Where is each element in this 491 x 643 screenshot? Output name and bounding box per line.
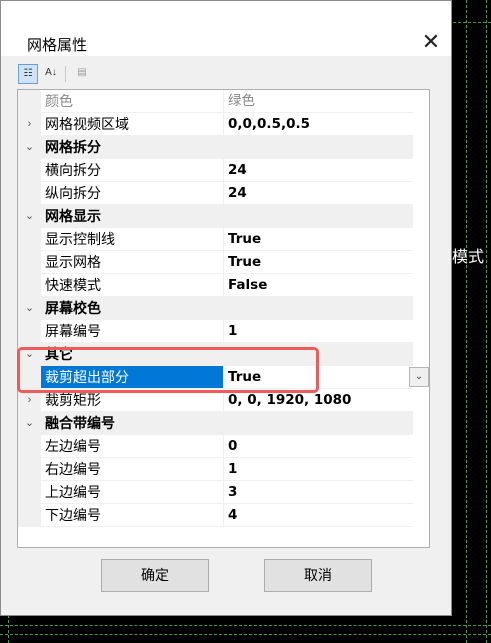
scroll-down-icon[interactable]: ▼ bbox=[429, 531, 430, 547]
property-name: 网格视频区域 bbox=[45, 116, 129, 132]
row-margin bbox=[18, 458, 41, 481]
property-value[interactable]: 0 bbox=[228, 435, 237, 458]
background-label: 模式 bbox=[452, 249, 485, 266]
property-name: 下边编号 bbox=[45, 507, 101, 523]
property-row[interactable]: 显示控制线 True bbox=[18, 228, 413, 251]
property-row[interactable]: 显示网格 True bbox=[18, 251, 413, 274]
column-separator bbox=[223, 251, 224, 274]
column-separator bbox=[223, 228, 224, 251]
category-row[interactable]: ⌄ 网格显示 bbox=[18, 205, 413, 228]
property-name: 显示网格 bbox=[45, 254, 101, 270]
property-name: 颜色 bbox=[45, 93, 73, 109]
collapse-chevron-icon[interactable]: ⌄ bbox=[18, 136, 41, 159]
category-label: 网格拆分 bbox=[45, 139, 101, 155]
property-value[interactable]: 绿色 bbox=[228, 90, 255, 113]
category-label: 屏幕校色 bbox=[45, 300, 101, 316]
property-name: 屏幕编号 bbox=[45, 323, 101, 339]
property-row[interactable]: › 网格视频区域 0,0,0.5,0.5 bbox=[18, 113, 413, 136]
property-value[interactable]: 0,0,0.5,0.5 bbox=[228, 113, 310, 136]
expand-chevron-icon[interactable]: › bbox=[18, 113, 41, 136]
column-separator bbox=[223, 481, 224, 504]
row-margin bbox=[18, 504, 41, 527]
column-separator bbox=[223, 320, 224, 343]
property-row[interactable]: 上边编号 3 bbox=[18, 481, 413, 504]
category-row[interactable]: ⌄ 网格拆分 bbox=[18, 136, 413, 159]
property-value[interactable]: 1 bbox=[228, 458, 237, 481]
scroll-up-icon[interactable]: ▲ bbox=[429, 90, 430, 106]
row-margin bbox=[18, 274, 41, 297]
category-label: 融合带编号 bbox=[45, 415, 115, 431]
row-margin bbox=[18, 320, 41, 343]
row-divider bbox=[41, 526, 413, 527]
alphabetical-sort-icon[interactable]: A↓ bbox=[41, 64, 61, 84]
property-value[interactable]: 3 bbox=[228, 481, 237, 504]
column-separator bbox=[223, 458, 224, 481]
column-separator bbox=[223, 90, 224, 113]
property-name: 显示控制线 bbox=[45, 231, 115, 247]
toolbar-divider bbox=[65, 66, 66, 82]
property-value[interactable]: 1 bbox=[228, 320, 237, 343]
column-separator bbox=[223, 504, 224, 527]
category-label: 网格显示 bbox=[45, 208, 101, 224]
row-margin bbox=[18, 251, 41, 274]
title-bar: 网格属性 ✕ bbox=[1, 1, 451, 56]
categorized-view-icon[interactable]: ☷ bbox=[18, 64, 38, 84]
cancel-button[interactable]: 取消 bbox=[264, 559, 372, 592]
collapse-chevron-icon[interactable]: ⌄ bbox=[18, 412, 41, 435]
property-row[interactable]: 屏幕编号 1 bbox=[18, 320, 413, 343]
property-name: 快速模式 bbox=[45, 277, 101, 293]
ok-button[interactable]: 确定 bbox=[101, 559, 209, 592]
property-row[interactable]: 下边编号 4 bbox=[18, 504, 413, 527]
window-title: 网格属性 bbox=[27, 37, 88, 54]
annotation-highlight-box bbox=[17, 347, 319, 393]
property-name: 左边编号 bbox=[45, 438, 101, 454]
property-row[interactable]: 右边编号 1 bbox=[18, 458, 413, 481]
property-value[interactable]: 24 bbox=[228, 159, 247, 182]
category-row[interactable]: ⌄ 融合带编号 bbox=[18, 412, 413, 435]
column-separator bbox=[223, 182, 224, 205]
property-row[interactable]: 左边编号 0 bbox=[18, 435, 413, 458]
row-margin bbox=[18, 228, 41, 251]
property-toolbar: ☷ A↓ ▤ bbox=[17, 63, 429, 87]
property-value[interactable]: False bbox=[228, 274, 267, 297]
property-value[interactable]: 24 bbox=[228, 182, 247, 205]
property-row[interactable]: 纵向拆分 24 bbox=[18, 182, 413, 205]
collapse-chevron-icon[interactable]: ⌄ bbox=[18, 205, 41, 228]
category-row[interactable]: ⌄ 屏幕校色 bbox=[18, 297, 413, 320]
property-value[interactable]: 4 bbox=[228, 504, 237, 527]
column-separator bbox=[223, 274, 224, 297]
property-name: 横向拆分 bbox=[45, 162, 101, 178]
property-row[interactable]: 横向拆分 24 bbox=[18, 159, 413, 182]
column-separator bbox=[223, 159, 224, 182]
dropdown-arrow-icon[interactable]: ⌄ bbox=[409, 367, 429, 387]
row-margin bbox=[18, 481, 41, 504]
collapse-chevron-icon[interactable]: ⌄ bbox=[18, 297, 41, 320]
row-margin bbox=[18, 435, 41, 458]
property-grid: 颜色 绿色 › 网格视频区域 0,0,0.5,0.5 ⌄ 网格拆分 横向拆分 24 纵向拆分 24 ⌄… bbox=[17, 89, 430, 548]
property-name: 右边编号 bbox=[45, 461, 101, 477]
property-value[interactable]: True bbox=[228, 251, 261, 274]
property-name: 上边编号 bbox=[45, 484, 101, 500]
property-pages-icon[interactable]: ▤ bbox=[72, 64, 92, 84]
property-name: 纵向拆分 bbox=[45, 185, 101, 201]
grid-properties-dialog: 网格属性 ✕ ☷ A↓ ▤ 颜色 绿色 › 网格视频区域 0,0,0.5,0.5 ⌄ 网格拆… bbox=[0, 0, 452, 616]
property-value[interactable]: True bbox=[228, 228, 261, 251]
row-margin bbox=[18, 90, 41, 113]
row-margin bbox=[18, 182, 41, 205]
column-separator bbox=[223, 435, 224, 458]
close-icon[interactable]: ✕ bbox=[415, 28, 447, 56]
column-separator bbox=[223, 113, 224, 136]
vertical-scrollbar[interactable]: ▲ ▼ bbox=[429, 90, 430, 547]
row-margin bbox=[18, 159, 41, 182]
property-row[interactable]: 颜色 绿色 bbox=[18, 90, 413, 113]
property-row[interactable]: 快速模式 False bbox=[18, 274, 413, 297]
